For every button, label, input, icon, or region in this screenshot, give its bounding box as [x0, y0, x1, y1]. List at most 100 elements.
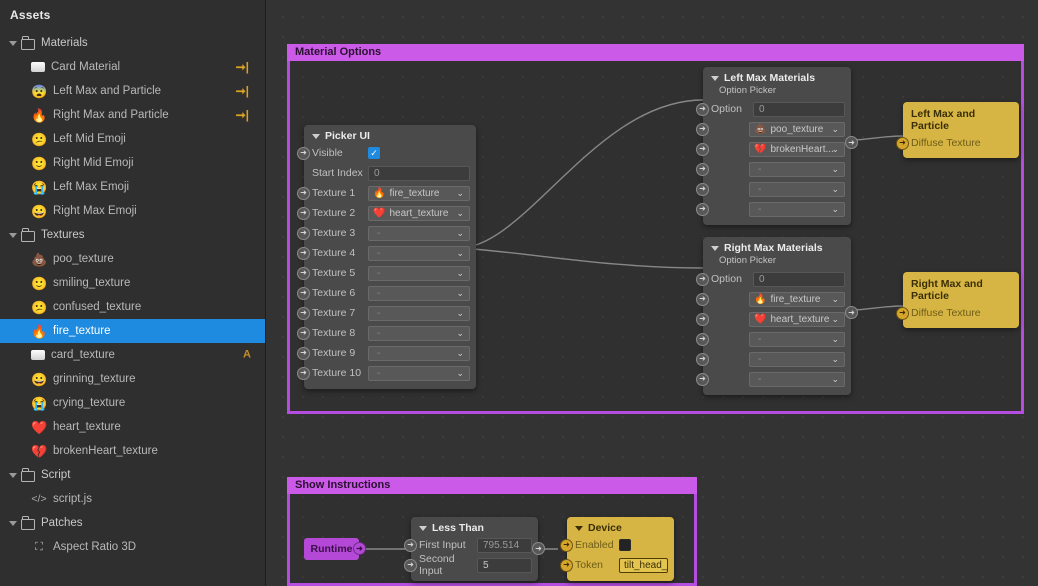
- collapse-triangle-icon[interactable]: [419, 525, 427, 531]
- chevron-down-icon[interactable]: [8, 38, 18, 48]
- port-in-texture-3[interactable]: ➜: [297, 226, 310, 240]
- asset-row-card-texture[interactable]: card_texture A: [0, 343, 265, 367]
- port-in-texture-9[interactable]: ➜: [297, 346, 310, 360]
- asset-row-patches[interactable]: Patches: [0, 511, 265, 535]
- port-in-second-input[interactable]: ➜: [404, 558, 417, 572]
- picker-texture-select[interactable]: - ⌄: [368, 245, 470, 261]
- less-than-second-input-field[interactable]: 5: [477, 557, 532, 573]
- chevron-down-icon[interactable]: ⌄: [456, 308, 464, 319]
- export-arrow-icon[interactable]: ➞|: [236, 109, 249, 121]
- chevron-down-icon[interactable]: ⌄: [831, 374, 839, 385]
- asset-row-right-max-and-particle[interactable]: 🔥 Right Max and Particle ➞|: [0, 103, 265, 127]
- port-in-texture-2[interactable]: ➜: [297, 206, 310, 220]
- right-max-option-select[interactable]: - ⌄: [749, 331, 845, 347]
- chevron-down-icon[interactable]: ⌄: [831, 184, 839, 195]
- export-arrow-icon[interactable]: ➞|: [236, 85, 249, 97]
- asset-row-materials[interactable]: Materials: [0, 31, 265, 55]
- chevron-down-icon[interactable]: ⌄: [456, 288, 464, 299]
- port-in-right-max-option-1[interactable]: ➜: [696, 292, 709, 306]
- chevron-down-icon[interactable]: ⌄: [456, 268, 464, 279]
- left-max-option-select[interactable]: - ⌄: [749, 201, 845, 217]
- chevron-down-icon[interactable]: ⌄: [456, 208, 464, 219]
- chevron-down-icon[interactable]: ⌄: [831, 204, 839, 215]
- asset-row-aspect-ratio-3d[interactable]: ⛶ Aspect Ratio 3D: [0, 535, 265, 559]
- port-in-left-max-option-3[interactable]: ➜: [696, 162, 709, 176]
- chevron-down-icon[interactable]: [8, 230, 18, 240]
- asset-row-textures[interactable]: Textures: [0, 223, 265, 247]
- chevron-down-icon[interactable]: ⌄: [456, 248, 464, 259]
- port-in-texture-8[interactable]: ➜: [297, 326, 310, 340]
- picker-texture-select[interactable]: - ⌄: [368, 285, 470, 301]
- device-enabled-checkbox[interactable]: [619, 539, 631, 551]
- port-in-texture-6[interactable]: ➜: [297, 286, 310, 300]
- asset-row-confused-texture[interactable]: 😕 confused_texture: [0, 295, 265, 319]
- asset-row-fire-texture[interactable]: 🔥 fire_texture: [0, 319, 265, 343]
- chevron-down-icon[interactable]: ⌄: [456, 188, 464, 199]
- port-in-left-max-option-4[interactable]: ➜: [696, 182, 709, 196]
- port-in-texture-7[interactable]: ➜: [297, 306, 310, 320]
- chevron-down-icon[interactable]: ⌄: [456, 228, 464, 239]
- picker-start-index-field[interactable]: 0: [368, 165, 470, 181]
- export-arrow-icon[interactable]: ➞|: [236, 61, 249, 73]
- port-in-right-max-option-4[interactable]: ➜: [696, 352, 709, 366]
- chevron-down-icon[interactable]: ⌄: [831, 334, 839, 345]
- left-max-option-select[interactable]: 💩 poo_texture ⌄: [749, 121, 845, 137]
- node-right-max-materials[interactable]: Right Max Materials Option Picker ➜ Opti…: [696, 237, 858, 395]
- collapse-triangle-icon[interactable]: [711, 245, 719, 251]
- port-in-left-max-option-1[interactable]: ➜: [696, 122, 709, 136]
- left-max-option-select[interactable]: - ⌄: [749, 181, 845, 197]
- right-max-option-select[interactable]: - ⌄: [749, 371, 845, 387]
- picker-texture-select[interactable]: - ⌄: [368, 265, 470, 281]
- chevron-down-icon[interactable]: ⌄: [831, 164, 839, 175]
- less-than-first-input-field[interactable]: 795.514: [477, 537, 532, 553]
- node-device[interactable]: Device ➜ Enabled ➜ Token tilt_head_r: [560, 517, 674, 581]
- picker-texture-select[interactable]: 🔥 fire_texture ⌄: [368, 185, 470, 201]
- chevron-down-icon[interactable]: ⌄: [831, 314, 839, 325]
- collapse-triangle-icon[interactable]: [312, 133, 320, 139]
- chevron-down-icon[interactable]: ⌄: [456, 348, 464, 359]
- port-in-right-max-option-2[interactable]: ➜: [696, 312, 709, 326]
- port-out-runtime[interactable]: ➜: [353, 542, 366, 555]
- node-picker-ui-header[interactable]: Picker UI: [304, 125, 476, 143]
- asset-row-script[interactable]: Script: [0, 463, 265, 487]
- node-left-max-materials-header[interactable]: Left Max Materials: [703, 67, 851, 85]
- picker-texture-select[interactable]: - ⌄: [368, 325, 470, 341]
- port-in-right-max-option-3[interactable]: ➜: [696, 332, 709, 346]
- chevron-down-icon[interactable]: [8, 470, 18, 480]
- asset-row-crying-texture[interactable]: 😭 crying_texture: [0, 391, 265, 415]
- asset-row-right-mid-emoji[interactable]: 🙂 Right Mid Emoji: [0, 151, 265, 175]
- left-max-option-select[interactable]: - ⌄: [749, 161, 845, 177]
- node-left-max-and-particle[interactable]: Left Max and Particle ➜ Diffuse Texture: [896, 102, 1019, 158]
- node-picker-ui[interactable]: Picker UI ➜ Visible ✓ Start Index 0 ➜ Tex…: [297, 125, 476, 389]
- chevron-down-icon[interactable]: ⌄: [456, 328, 464, 339]
- port-in-texture-4[interactable]: ➜: [297, 246, 310, 260]
- asset-row-grinning-texture[interactable]: 😀 grinning_texture: [0, 367, 265, 391]
- picker-texture-select[interactable]: - ⌄: [368, 305, 470, 321]
- chevron-down-icon[interactable]: [8, 518, 18, 528]
- asset-row-script-js[interactable]: </> script.js: [0, 487, 265, 511]
- picker-visible-checkbox[interactable]: ✓: [368, 147, 380, 159]
- device-token-field[interactable]: tilt_head_r: [619, 557, 668, 573]
- port-out-less-than[interactable]: ➜: [532, 542, 545, 555]
- chevron-down-icon[interactable]: ⌄: [831, 144, 839, 155]
- port-out-right-max-materials[interactable]: ➜: [845, 306, 858, 319]
- right-max-option-select[interactable]: ❤️ heart_texture ⌄: [749, 311, 845, 327]
- node-right-max-materials-header[interactable]: Right Max Materials: [703, 237, 851, 255]
- right-max-option-select[interactable]: - ⌄: [749, 351, 845, 367]
- chevron-down-icon[interactable]: ⌄: [456, 368, 464, 379]
- node-device-header[interactable]: Device: [567, 517, 674, 535]
- port-in-enabled[interactable]: ➜: [560, 538, 573, 552]
- port-in-left-max-option-2[interactable]: ➜: [696, 142, 709, 156]
- port-in-option[interactable]: ➜: [696, 102, 709, 116]
- chevron-down-icon[interactable]: ⌄: [831, 294, 839, 305]
- right-max-option-field[interactable]: 0: [753, 271, 845, 287]
- asset-row-left-max-and-particle[interactable]: 😨 Left Max and Particle ➞|: [0, 79, 265, 103]
- node-less-than-header[interactable]: Less Than: [411, 517, 538, 535]
- right-max-option-select[interactable]: 🔥 fire_texture ⌄: [749, 291, 845, 307]
- left-max-option-field[interactable]: 0: [753, 101, 845, 117]
- port-in-texture-5[interactable]: ➜: [297, 266, 310, 280]
- asset-row-left-mid-emoji[interactable]: 😕 Left Mid Emoji: [0, 127, 265, 151]
- asset-row-left-max-emoji[interactable]: 😭 Left Max Emoji: [0, 175, 265, 199]
- node-right-max-and-particle[interactable]: Right Max and Particle ➜ Diffuse Texture: [896, 272, 1019, 328]
- node-less-than[interactable]: Less Than ➜ First Input 795.514 ➜ Second…: [404, 517, 545, 581]
